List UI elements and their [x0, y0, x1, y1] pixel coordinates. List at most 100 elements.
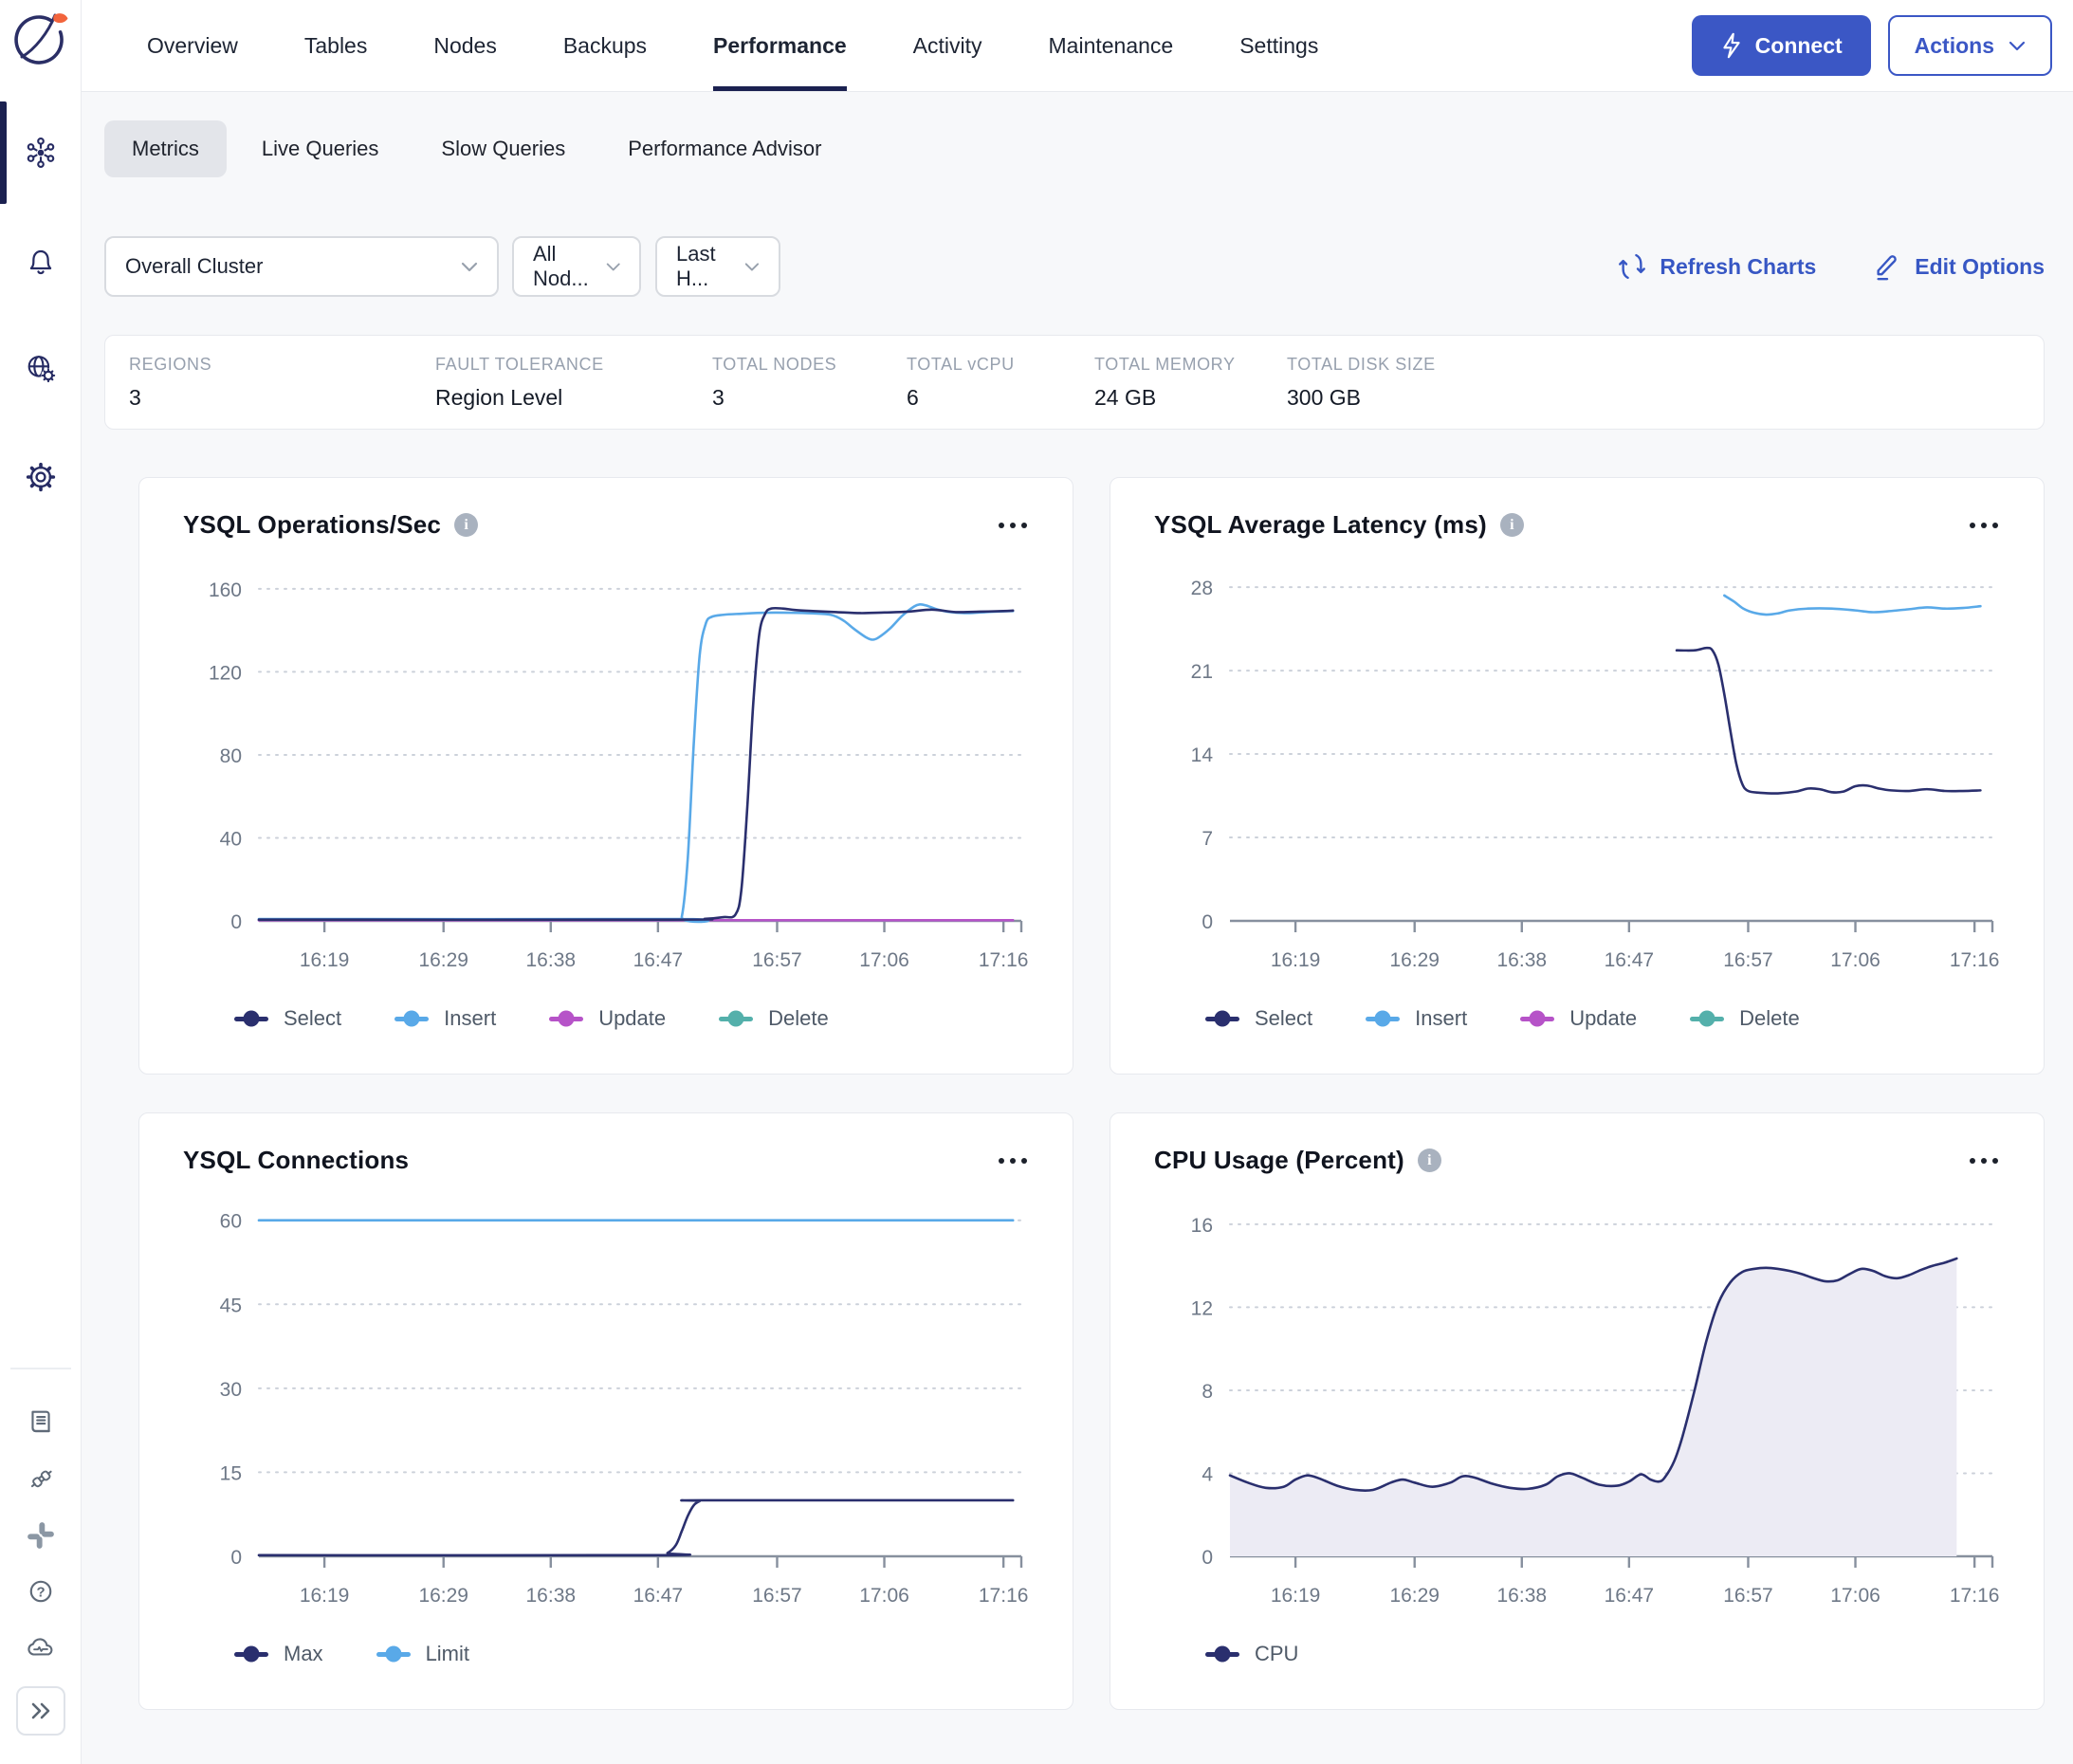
tab-tables[interactable]: Tables — [304, 0, 367, 91]
tab-maintenance[interactable]: Maintenance — [1049, 0, 1174, 91]
chart-menu-button[interactable] — [1968, 1150, 2000, 1171]
legend-dot — [1530, 1011, 1546, 1027]
legend-dot — [559, 1011, 575, 1027]
svg-text:16:19: 16:19 — [1271, 949, 1321, 971]
sidebar-item-slack[interactable] — [26, 1520, 56, 1551]
legend-item[interactable]: Insert — [1366, 1006, 1467, 1031]
legend-item[interactable]: Update — [549, 1006, 666, 1031]
chart-legend: CPU — [1205, 1642, 2000, 1666]
slack-icon — [26, 1520, 56, 1551]
info-icon[interactable] — [1500, 513, 1524, 537]
legend-item[interactable]: Max — [234, 1642, 323, 1666]
info-icon[interactable] — [1418, 1148, 1441, 1172]
svg-text:40: 40 — [220, 828, 242, 850]
actions-button[interactable]: Actions — [1888, 15, 2052, 76]
sidebar-item-settings[interactable] — [0, 447, 82, 507]
yugabyte-logo[interactable] — [10, 8, 71, 73]
legend-label: Select — [284, 1006, 341, 1031]
sidebar-nav — [0, 122, 82, 555]
legend-marker — [394, 1017, 429, 1021]
svg-text:16:38: 16:38 — [1497, 1585, 1548, 1607]
tab-settings[interactable]: Settings — [1239, 0, 1318, 91]
ysql-latency-chart[interactable]: 0714212816:1916:2916:3816:4716:5717:0617… — [1154, 553, 2002, 999]
connect-button[interactable]: Connect — [1692, 15, 1871, 76]
sidebar: ? — [0, 0, 82, 1764]
ysql-operations-chart[interactable]: 0408012016016:1916:2916:3816:4716:5717:0… — [183, 553, 1031, 999]
nodes-value: All Nod... — [533, 242, 606, 291]
stat-value: 6 — [907, 385, 1094, 411]
sidebar-divider — [10, 1368, 71, 1369]
chart-header: CPU Usage (Percent) — [1154, 1146, 2000, 1175]
subtab-live-queries[interactable]: Live Queries — [234, 120, 407, 177]
legend-label: Delete — [768, 1006, 829, 1031]
refresh-charts-button[interactable]: Refresh Charts — [1618, 252, 1816, 281]
chart-menu-button[interactable] — [997, 515, 1029, 536]
svg-text:14: 14 — [1191, 744, 1214, 766]
chevron-down-icon — [461, 262, 478, 272]
edit-pencil-icon — [1873, 252, 1901, 281]
nav-actions: Connect Actions — [1692, 0, 2052, 91]
legend-item[interactable]: Delete — [719, 1006, 829, 1031]
subtab-slow-queries[interactable]: Slow Queries — [413, 120, 593, 177]
legend-marker — [1205, 1017, 1239, 1021]
chart-menu-button[interactable] — [997, 1150, 1029, 1171]
sidebar-expand-button[interactable] — [16, 1686, 65, 1736]
edit-options-button[interactable]: Edit Options — [1873, 252, 2045, 281]
edit-options-label: Edit Options — [1915, 254, 2045, 280]
tab-activity[interactable]: Activity — [913, 0, 982, 91]
cluster-scope-select[interactable]: Overall Cluster — [104, 236, 499, 297]
chevron-down-icon — [606, 262, 620, 272]
sidebar-item-docs[interactable] — [26, 1408, 56, 1439]
stat-value: 300 GB — [1287, 385, 2044, 411]
legend-dot — [244, 1646, 260, 1663]
stat-label: TOTAL vCPU — [907, 355, 1094, 375]
svg-text:16:29: 16:29 — [1389, 949, 1440, 971]
svg-text:16:19: 16:19 — [1271, 1585, 1321, 1607]
sidebar-item-status[interactable] — [25, 1632, 57, 1661]
svg-text:0: 0 — [1202, 911, 1213, 933]
ysql-connections-chart[interactable]: 01530456016:1916:2916:3816:4716:5717:061… — [183, 1188, 1031, 1634]
legend-item[interactable]: Delete — [1690, 1006, 1800, 1031]
stat-total-disk-size: TOTAL DISK SIZE 300 GB — [1287, 355, 2044, 411]
tab-overview[interactable]: Overview — [147, 0, 238, 91]
tab-nodes[interactable]: Nodes — [433, 0, 496, 91]
svg-text:8: 8 — [1202, 1381, 1213, 1403]
chart-header: YSQL Operations/Sec — [183, 510, 1029, 540]
sidebar-item-network[interactable] — [0, 339, 82, 399]
chart-menu-button[interactable] — [1968, 515, 2000, 536]
chart-toolbar: Refresh Charts Edit Options — [1618, 252, 2045, 281]
svg-text:120: 120 — [209, 662, 242, 684]
legend-label: Update — [598, 1006, 666, 1031]
svg-text:16:38: 16:38 — [526, 1585, 577, 1607]
legend-label: Limit — [426, 1642, 469, 1666]
sidebar-item-alerts[interactable] — [0, 230, 82, 291]
refresh-icon — [1618, 252, 1646, 281]
sidebar-item-integrations[interactable] — [25, 1464, 57, 1495]
chart-card-cpu-usage: CPU Usage (Percent) 048121616:1916:2916:… — [1110, 1112, 2045, 1710]
legend-marker — [234, 1652, 268, 1657]
svg-text:4: 4 — [1202, 1463, 1213, 1485]
legend-item[interactable]: Update — [1520, 1006, 1637, 1031]
legend-marker — [549, 1017, 583, 1021]
subtab-performance-advisor[interactable]: Performance Advisor — [600, 120, 849, 177]
legend-item[interactable]: CPU — [1205, 1642, 1298, 1666]
sidebar-item-help[interactable]: ? — [26, 1576, 56, 1607]
svg-text:15: 15 — [220, 1462, 242, 1484]
legend-label: Delete — [1739, 1006, 1800, 1031]
info-icon[interactable] — [454, 513, 478, 537]
legend-item[interactable]: Select — [1205, 1006, 1312, 1031]
stat-value: 24 GB — [1094, 385, 1287, 411]
legend-item[interactable]: Select — [234, 1006, 341, 1031]
tab-performance[interactable]: Performance — [713, 0, 847, 91]
performance-subtabs: Metrics Live Queries Slow Queries Perfor… — [104, 120, 2045, 177]
legend-item[interactable]: Limit — [376, 1642, 469, 1666]
svg-text:16: 16 — [1191, 1215, 1213, 1237]
cpu-usage-chart[interactable]: 048121616:1916:2916:3816:4716:5717:0617:… — [1154, 1188, 2002, 1634]
sidebar-item-clusters[interactable] — [0, 122, 82, 183]
nodes-select[interactable]: All Nod... — [512, 236, 641, 297]
time-range-select[interactable]: Last H... — [655, 236, 780, 297]
legend-label: Max — [284, 1642, 323, 1666]
tab-backups[interactable]: Backups — [563, 0, 647, 91]
subtab-metrics[interactable]: Metrics — [104, 120, 227, 177]
legend-item[interactable]: Insert — [394, 1006, 496, 1031]
